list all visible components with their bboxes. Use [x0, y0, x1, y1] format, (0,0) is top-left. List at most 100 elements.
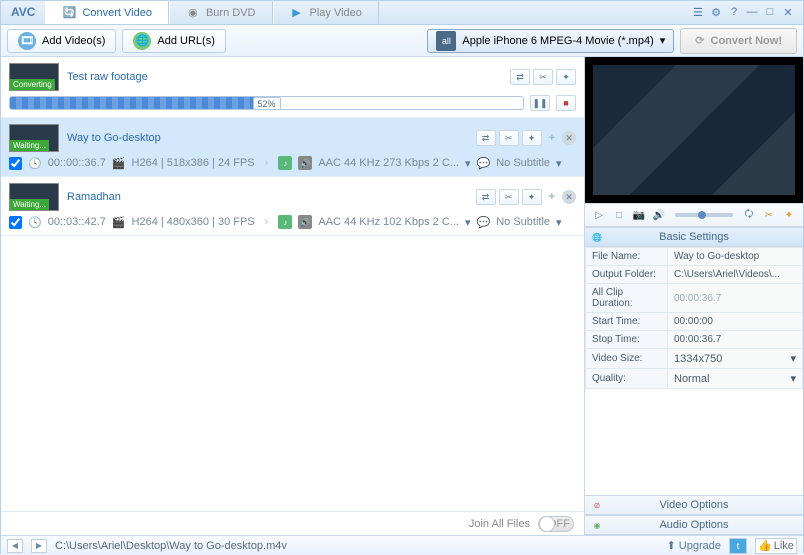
- titlebar: AVC 🔄 Convert Video ◉ Burn DVD ▶ Play Vi…: [1, 1, 803, 25]
- subtitle-dropdown[interactable]: ▾: [556, 216, 562, 229]
- play-icon: ▶: [290, 6, 304, 20]
- effects-icon[interactable]: ✦: [781, 207, 797, 223]
- audio-circle-icon: ◉: [591, 519, 603, 531]
- close-icon[interactable]: ✕: [781, 5, 795, 19]
- next-button[interactable]: ▶: [31, 539, 47, 553]
- refresh-icon: 🔄: [62, 6, 76, 20]
- pause-button[interactable]: ❚❚: [530, 95, 550, 111]
- cut-icon[interactable]: ✂: [761, 207, 777, 223]
- button-label: Add URL(s): [157, 35, 214, 47]
- file-title: Way to Go-desktop: [67, 132, 468, 144]
- scissors-icon[interactable]: ✂: [499, 189, 519, 205]
- video-size-select[interactable]: 1334x750▾: [668, 349, 803, 369]
- stop-button[interactable]: □: [611, 207, 627, 223]
- output-profile-selector[interactable]: all Apple iPhone 6 MPEG-4 Movie (*.mp4) …: [427, 29, 674, 53]
- join-toggle[interactable]: OFF: [538, 516, 574, 532]
- video-info: H264 | 480x360 | 30 FPS: [132, 216, 255, 228]
- section-title: Video Options: [660, 499, 729, 511]
- join-row: Join All Files OFF: [1, 511, 584, 535]
- audio-dropdown[interactable]: ▾: [465, 157, 471, 170]
- join-label: Join All Files: [469, 518, 530, 530]
- basic-settings-header[interactable]: 🌐 Basic Settings: [585, 227, 803, 247]
- globe-plus-icon: 🌐: [133, 32, 151, 50]
- subtitle-info: No Subtitle: [496, 216, 550, 228]
- chevron-right-icon: ›: [261, 216, 273, 228]
- add-icon[interactable]: +: [545, 132, 559, 144]
- play-button[interactable]: ▷: [591, 207, 607, 223]
- setting-key: Output Folder:: [586, 266, 668, 284]
- wand-icon[interactable]: ✦: [522, 130, 542, 146]
- tab-play-video[interactable]: ▶ Play Video: [273, 1, 379, 24]
- wand-icon[interactable]: ✦: [556, 69, 576, 85]
- chevron-down-icon: ▾: [790, 352, 796, 365]
- video-preview[interactable]: [585, 57, 803, 203]
- help-icon[interactable]: ?: [727, 5, 741, 19]
- swap-icon[interactable]: ⇄: [476, 189, 496, 205]
- file-item[interactable]: Converting Test raw footage ⇄ ✂ ✦ 52% ❚❚: [1, 57, 584, 118]
- duration: 00::00::36.7: [48, 157, 106, 169]
- snapshot-button[interactable]: 📷: [631, 207, 647, 223]
- clock-icon: 🕓: [28, 157, 42, 170]
- stop-time-field[interactable]: 00:00:36.7: [668, 331, 803, 349]
- chevron-right-icon: ›: [261, 157, 273, 169]
- output-folder-field[interactable]: C:\Users\Ariel\Videos\...: [668, 266, 803, 284]
- maximize-icon[interactable]: □: [763, 5, 777, 19]
- rotate-icon[interactable]: 🗘: [741, 207, 757, 223]
- file-name-field[interactable]: Way to Go-desktop: [668, 248, 803, 266]
- video-options-header[interactable]: ⊘ Video Options: [585, 495, 803, 515]
- scissors-icon[interactable]: ✂: [533, 69, 553, 85]
- gear-icon[interactable]: ⚙: [709, 5, 723, 19]
- start-time-field[interactable]: 00:00:00: [668, 313, 803, 331]
- quality-select[interactable]: Normal▾: [668, 369, 803, 389]
- add-urls-button[interactable]: 🌐 Add URL(s): [122, 29, 225, 53]
- minimize-icon[interactable]: —: [745, 5, 759, 19]
- twitter-button[interactable]: t: [729, 538, 747, 554]
- file-checkbox[interactable]: [9, 216, 22, 229]
- audio-dropdown[interactable]: ▾: [465, 216, 471, 229]
- stop-button[interactable]: ■: [556, 95, 576, 111]
- file-checkbox[interactable]: [9, 157, 22, 170]
- status-badge: Waiting...: [10, 140, 49, 151]
- menu-icon[interactable]: ☰: [691, 5, 705, 19]
- setting-key: Video Size:: [586, 349, 668, 369]
- button-label: Add Video(s): [42, 35, 105, 47]
- audio-icon: ♪: [278, 156, 292, 170]
- player-controls: ▷ □ 📷 🔊 🗘 ✂ ✦: [585, 203, 803, 227]
- film-plus-icon: 🎞: [18, 32, 36, 50]
- tab-convert-video[interactable]: 🔄 Convert Video: [45, 1, 169, 24]
- setting-key: Quality:: [586, 369, 668, 389]
- mute-button[interactable]: 🔊: [651, 207, 667, 223]
- file-item[interactable]: Waiting... Way to Go-desktop ⇄ ✂ ✦ + ✕ 🕓…: [1, 118, 584, 177]
- add-videos-button[interactable]: 🎞 Add Video(s): [7, 29, 116, 53]
- tab-label: Burn DVD: [206, 7, 256, 19]
- audio-options-header[interactable]: ◉ Audio Options: [585, 515, 803, 535]
- up-arrow-icon: ⬆: [667, 539, 676, 552]
- duration: 00::03::42.7: [48, 216, 106, 228]
- file-item[interactable]: Waiting... Ramadhan ⇄ ✂ ✦ + ✕ 🕓 00::03::…: [1, 177, 584, 236]
- subtitle-dropdown[interactable]: ▾: [556, 157, 562, 170]
- tab-burn-dvd[interactable]: ◉ Burn DVD: [169, 1, 273, 24]
- scissors-icon[interactable]: ✂: [499, 130, 519, 146]
- remove-icon[interactable]: ✕: [562, 190, 576, 204]
- disc-icon: ◉: [186, 6, 200, 20]
- prev-button[interactable]: ◀: [7, 539, 23, 553]
- add-icon[interactable]: +: [545, 191, 559, 203]
- thumbnail: Converting: [9, 63, 59, 91]
- upgrade-link[interactable]: ⬆ Upgrade: [667, 539, 721, 552]
- volume-slider[interactable]: [675, 213, 733, 217]
- swap-icon[interactable]: ⇄: [510, 69, 530, 85]
- file-list: Converting Test raw footage ⇄ ✂ ✦ 52% ❚❚: [1, 57, 584, 511]
- convert-now-button[interactable]: ⟳ Convert Now!: [680, 28, 797, 54]
- remove-icon[interactable]: ✕: [562, 131, 576, 145]
- preview-frame: [593, 65, 795, 195]
- thumbnail: Waiting...: [9, 183, 59, 211]
- like-label: Like: [774, 540, 794, 552]
- settings-blank: [585, 389, 803, 495]
- wand-icon[interactable]: ✦: [522, 189, 542, 205]
- swap-icon[interactable]: ⇄: [476, 130, 496, 146]
- subtitle-icon: 💬: [477, 216, 491, 229]
- speaker-icon: 🔊: [298, 156, 312, 170]
- chevron-down-icon: ▾: [660, 34, 666, 47]
- facebook-like-button[interactable]: 👍 Like: [755, 538, 797, 554]
- status-badge: Waiting...: [10, 199, 49, 210]
